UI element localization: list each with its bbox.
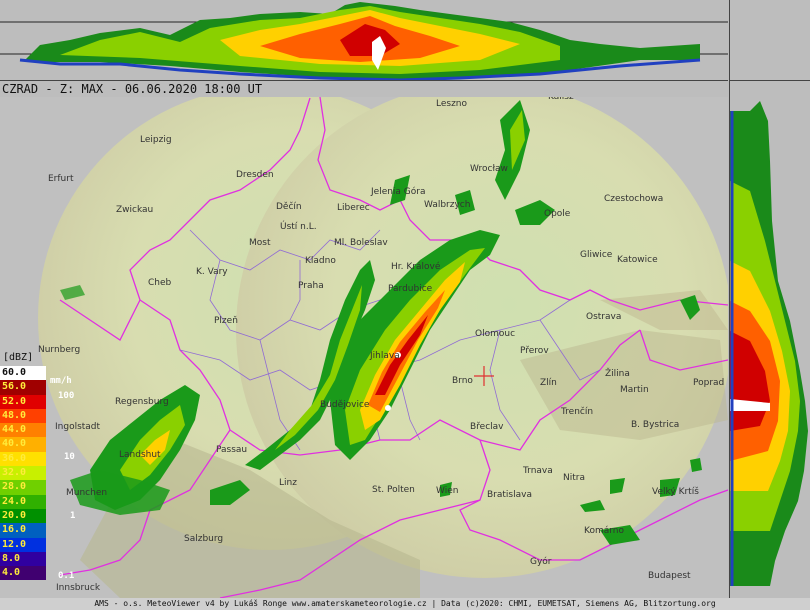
map-title: CZRAD - Z: MAX - 06.06.2020 18:00 UT — [2, 82, 263, 96]
city-label: Trnava — [523, 466, 553, 476]
city-label: Martin — [620, 385, 649, 395]
city-label: Regensburg — [115, 397, 169, 407]
city-label: Ústí n.L. — [280, 222, 317, 232]
city-label: K. Vary — [196, 267, 228, 277]
legend-level: 16.0 — [0, 523, 46, 538]
legend-level: 24.0 — [0, 494, 46, 509]
city-label: Salzburg — [184, 534, 224, 544]
city-label: Budějovice — [320, 400, 370, 410]
city-label: Erfurt — [48, 174, 74, 184]
city-label: Walbrzych — [424, 200, 471, 210]
legend-level: 56.0 — [0, 380, 46, 395]
legend-level: 4.0 — [0, 566, 46, 581]
city-label: Opole — [544, 209, 571, 219]
legend-level: 8.0 — [0, 551, 46, 567]
legend-level: 20.0 — [0, 508, 46, 524]
legend-level: 44.0 — [0, 423, 46, 438]
city-label: Trenčín — [561, 407, 594, 417]
legend-level: 28.0 — [0, 480, 46, 495]
city-label: Kladno — [305, 256, 336, 266]
legend-level: 40.0 — [0, 437, 46, 452]
city-label: Liberec — [337, 203, 370, 213]
city-label: Wrocław — [470, 164, 508, 174]
city-label: Zlín — [540, 378, 557, 388]
city-label: St. Polten — [372, 485, 415, 495]
city-label: Czestochowa — [604, 194, 664, 204]
city-label: Přerov — [520, 346, 549, 356]
city-label: Olomouc — [475, 329, 516, 339]
city-label: Ostrava — [586, 312, 622, 322]
city-label: Ml. Boleslav — [334, 238, 388, 248]
city-label: Kalisz — [548, 97, 574, 102]
city-label: Nitra — [563, 473, 585, 483]
city-label: Poprad — [693, 378, 725, 388]
city-label: Praha — [298, 281, 324, 291]
city-label: Ingolstadt — [55, 422, 101, 432]
city-label: Plzeň — [214, 316, 238, 326]
legend-rate-1: 1 — [70, 511, 76, 521]
city-label: Hr. Králové — [391, 262, 441, 272]
city-label: Most — [249, 238, 271, 248]
city-label: Budapest — [648, 571, 691, 581]
city-label: Jelenia Góra — [371, 187, 426, 197]
city-label: Leszno — [436, 99, 468, 109]
credits-footer: AMS - o.s. MeteoViewer v4 by Lukáš Ronge… — [0, 598, 810, 610]
city-label: Zwickau — [116, 205, 154, 215]
city-label: Wien — [436, 486, 459, 496]
city-label: B. Bystrica — [631, 420, 680, 430]
radar-viewer: CZRAD - Z: MAX - 06.06.2020 18:00 UT Les… — [0, 0, 810, 610]
city-label: Innsbruck — [56, 583, 101, 593]
legend-rate-0-1: 0.1 — [58, 571, 75, 581]
city-label: Passau — [216, 445, 248, 455]
city-label: Cheb — [148, 278, 172, 288]
city-label: Gliwice — [580, 250, 613, 260]
city-label: Pardubice — [388, 284, 433, 294]
city-label: Břeclav — [470, 422, 504, 432]
city-label: Munchen — [66, 488, 108, 498]
legend-rate-unit: mm/h — [50, 376, 72, 386]
city-label: Brno — [452, 376, 473, 386]
city-label: Katowice — [617, 255, 658, 265]
side-profile-svg — [730, 101, 808, 586]
city-label: Jihlava — [370, 351, 400, 361]
radar-map-svg — [38, 97, 728, 598]
legend-level: 60.0 — [0, 366, 46, 381]
side-vertical-profile — [729, 81, 810, 598]
city-label: Komárno — [584, 526, 624, 536]
top-vertical-profile — [0, 0, 728, 82]
legend-level: 52.0 — [0, 394, 46, 409]
city-label: Děčín — [276, 202, 302, 212]
legend-level: 32.0 — [0, 466, 46, 481]
city-label: Bratislava — [487, 490, 532, 500]
legend-rate-10: 10 — [64, 452, 75, 462]
city-label: Linz — [279, 478, 297, 488]
legend-rate-100: 100 — [58, 391, 75, 401]
radar-map[interactable]: Leszno Kalisz Leipzig Erfurt Dresden Wrocław C… — [0, 97, 728, 598]
legend-level: 48.0 — [0, 408, 46, 424]
dbz-legend: [dBZ] 60.0 56.0 52.0 48.0 44.0 40.0 36.0 32.0 28… — [0, 350, 46, 581]
city-label: Dresden — [236, 170, 274, 180]
corner-panel — [729, 0, 810, 81]
city-label: Landshut — [119, 450, 161, 460]
city-label: Leipzig — [140, 135, 172, 145]
legend-unit: [dBZ] — [3, 352, 34, 363]
legend-level: 36.0 — [0, 451, 46, 467]
legend-level: 12.0 — [0, 537, 46, 552]
city-label: Žilina — [605, 369, 630, 379]
top-profile-svg — [0, 2, 728, 82]
city-label: Gyór — [530, 557, 552, 567]
city-label: Velký Krtíš — [652, 487, 699, 497]
legend-rows: 60.0 56.0 52.0 48.0 44.0 40.0 36.0 32.0 28.0 24.0… — [0, 366, 46, 581]
